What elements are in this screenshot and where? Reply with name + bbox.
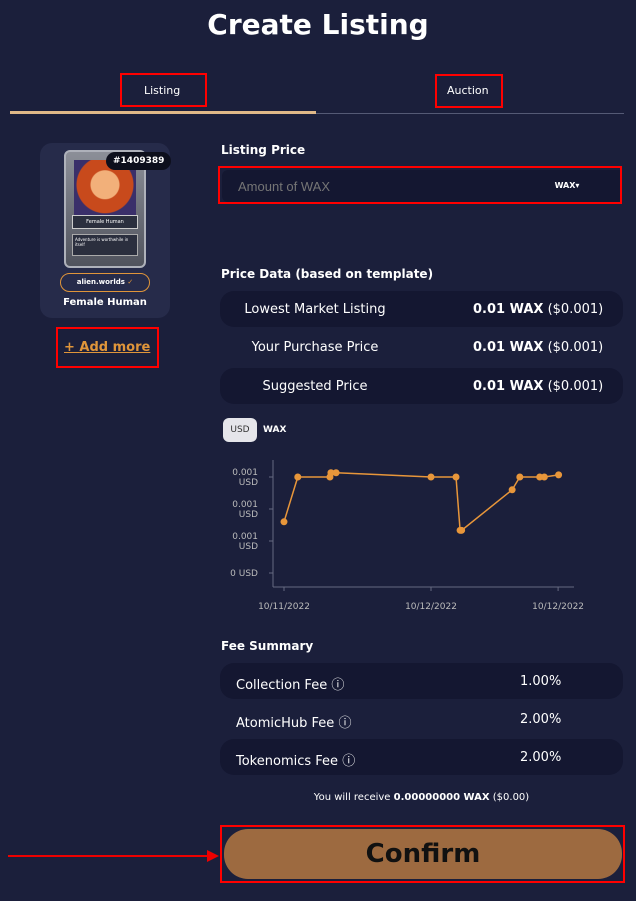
x-tick-label: 10/12/2022 [532, 602, 584, 612]
price-row-value: 0.01 WAX ($0.001) [473, 302, 604, 317]
annotation-box [120, 73, 207, 107]
fee-value: 1.00% [520, 674, 562, 689]
y-tick-label: USD [239, 542, 258, 552]
price-row-value: 0.01 WAX ($0.001) [473, 379, 604, 394]
data-point [508, 486, 516, 494]
y-tick-label: 0 USD [230, 569, 258, 579]
active-tab-indicator [10, 111, 316, 114]
wax-toggle[interactable]: WAX [263, 425, 286, 435]
fee-value: 2.00% [520, 712, 562, 727]
annotation-box [218, 166, 622, 204]
annotation-arrow [8, 855, 213, 857]
data-point [516, 473, 524, 481]
fee-label: AtomicHub Fee ⓘ [236, 716, 352, 731]
annotation-box [435, 74, 503, 108]
fee-label: Collection Fee ⓘ [236, 678, 345, 693]
listing-price-label: Listing Price [221, 143, 306, 157]
fee-row: AtomicHub Fee ⓘ 2.00% [220, 701, 623, 737]
fee-row: Tokenomics Fee ⓘ 2.00% [220, 739, 623, 775]
info-icon[interactable]: ⓘ [338, 716, 351, 731]
fee-label: Tokenomics Fee ⓘ [236, 754, 356, 769]
y-tick-label: 0.001 [232, 532, 258, 542]
fee-value: 2.00% [520, 750, 562, 765]
info-icon[interactable]: ⓘ [331, 678, 344, 693]
x-tick-label: 10/12/2022 [405, 602, 457, 612]
nft-card-name: Female Human [72, 215, 138, 229]
y-tick-label: USD [239, 510, 258, 520]
price-row: Lowest Market Listing 0.01 WAX ($0.001) [220, 291, 623, 327]
price-row-value: 0.01 WAX ($0.001) [473, 340, 604, 355]
price-history-chart: 0.001USD0.001USD0.001USD0 USD10/11/2022 1… [230, 460, 584, 612]
annotation-box [56, 327, 159, 368]
receive-summary: You will receive 0.00000000 WAX ($0.00) [313, 792, 530, 803]
price-row: Suggested Price 0.01 WAX ($0.001) [220, 368, 623, 404]
usd-toggle[interactable]: USD [223, 418, 257, 442]
fee-summary-heading: Fee Summary [221, 639, 314, 653]
price-row-label: Lowest Market Listing [244, 302, 386, 317]
collection-name: alien.worlds [76, 278, 125, 286]
asset-id-badge: #1409389 [106, 152, 172, 170]
y-tick-label: 0.001 [232, 468, 258, 478]
collection-badge[interactable]: alien.worlds ✓ [60, 273, 150, 292]
data-point [294, 473, 302, 481]
x-tick-label: 10/11/2022 [258, 602, 310, 612]
verified-icon: ✓ [127, 278, 134, 286]
data-point [452, 473, 460, 481]
price-data-heading: Price Data (based on template) [221, 267, 434, 281]
data-point [427, 473, 435, 481]
price-row-label: Your Purchase Price [251, 340, 379, 355]
data-point [458, 526, 466, 534]
data-point [555, 471, 563, 479]
price-line [283, 471, 559, 532]
page-title: Create Listing [207, 8, 429, 41]
price-row-label: Suggested Price [262, 379, 368, 394]
nft-name: Female Human [63, 297, 147, 308]
nft-card-text: Adventure is worthwhile in itself [72, 234, 138, 256]
price-row: Your Purchase Price 0.01 WAX ($0.001) [220, 329, 623, 365]
fee-row: Collection Fee ⓘ 1.00% [220, 663, 623, 699]
annotation-box [220, 825, 625, 883]
y-tick-label: USD [239, 478, 258, 488]
data-point [332, 469, 340, 477]
annotation-arrow-head [207, 850, 219, 862]
data-point [540, 473, 548, 481]
data-point [280, 518, 288, 526]
info-icon[interactable]: ⓘ [342, 754, 355, 769]
y-tick-label: 0.001 [232, 500, 258, 510]
